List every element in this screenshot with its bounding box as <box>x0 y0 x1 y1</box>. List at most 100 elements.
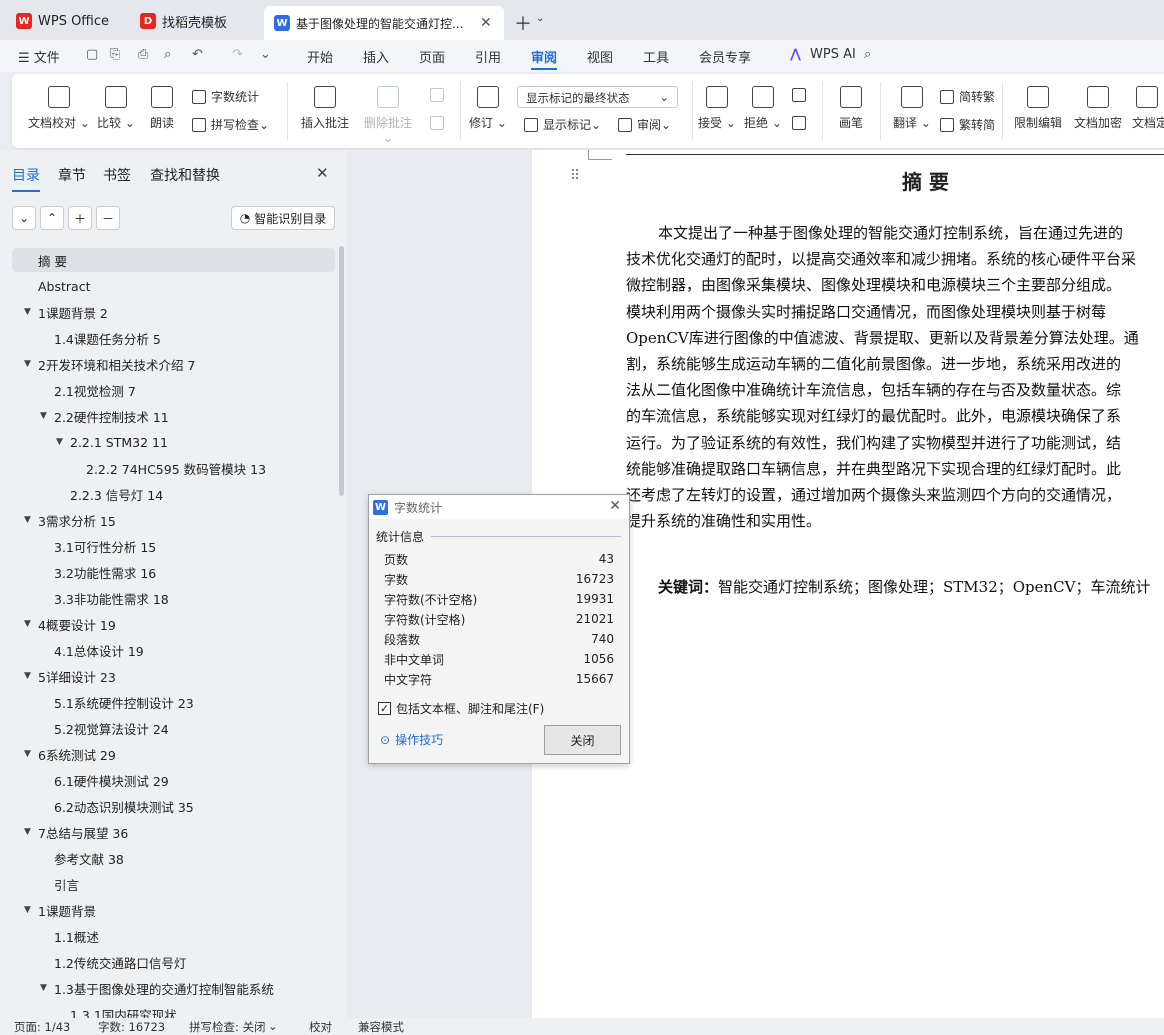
close-icon[interactable]: ✕ <box>609 498 621 514</box>
toc-item[interactable]: ▼ 1.3基于图像处理的交通灯控制智能系统 <box>12 976 335 1000</box>
menu-member[interactable]: 会员专享 <box>699 47 751 66</box>
toc-item[interactable]: 2.2.3 信号灯 14 <box>12 482 335 506</box>
tab-docer[interactable]: D 找稻壳模板 <box>130 6 258 36</box>
toc-item[interactable]: ▼ 6系统测试 29 <box>12 742 335 766</box>
toc-item[interactable]: 5.2视觉算法设计 24 <box>12 716 335 740</box>
triangle-down-icon[interactable]: ▼ <box>40 983 54 993</box>
toc-item[interactable]: ▼ 2.2硬件控制技术 11 <box>12 404 335 428</box>
triangle-down-icon[interactable]: ▼ <box>24 749 38 759</box>
undo-icon[interactable]: ↶ <box>192 47 203 62</box>
doc-finalize-button[interactable]: 文档定 <box>1132 86 1164 131</box>
print-icon[interactable]: ⎙ <box>138 47 148 62</box>
close-tab-icon[interactable]: ✕ <box>480 15 492 31</box>
toc-item[interactable]: Abstract <box>12 274 335 298</box>
remove-heading-button[interactable]: － <box>96 206 120 230</box>
trad-to-simp-button[interactable]: 繁转简 <box>940 116 995 133</box>
read-aloud-button[interactable]: 朗读 <box>146 86 178 131</box>
new-tab-icon[interactable]: ＋ <box>514 10 532 36</box>
toc-item[interactable]: ▼ 7总结与展望 36 <box>12 820 335 844</box>
toc-item[interactable]: ▼ 1课题背景 <box>12 898 335 922</box>
close-icon[interactable]: ✕ <box>316 164 329 182</box>
toc-item[interactable]: ▼ 4概要设计 19 <box>12 612 335 636</box>
toc-item[interactable]: ▼ 2.2.1 STM32 11 <box>12 430 335 454</box>
toc-item[interactable]: 3.1可行性分析 15 <box>12 534 335 558</box>
triangle-down-icon[interactable]: ▼ <box>24 307 38 317</box>
triangle-down-icon[interactable]: ▼ <box>24 827 38 837</box>
toc-item[interactable]: 2.1视觉检测 7 <box>12 378 335 402</box>
tab-chapters[interactable]: 章节 <box>58 165 86 185</box>
tab-find-replace[interactable]: 查找和替换 <box>150 165 220 185</box>
triangle-down-icon[interactable]: ▼ <box>56 437 70 447</box>
encrypt-button[interactable]: 文档加密 <box>1072 86 1124 131</box>
accept-button[interactable]: 接受 ⌄ <box>698 86 736 131</box>
more-chevron-icon[interactable]: ⌄ <box>260 47 271 62</box>
menu-file[interactable]: ☰ 文件 <box>18 47 60 66</box>
redo-icon[interactable]: ↷ <box>232 47 243 62</box>
prev-change-icon[interactable] <box>792 88 811 102</box>
toc-item[interactable]: 3.2功能性需求 16 <box>12 560 335 584</box>
tab-toc[interactable]: 目录 <box>12 165 40 192</box>
triangle-down-icon[interactable]: ▼ <box>24 515 38 525</box>
toc-item[interactable]: 1.2传统交通路口信号灯 <box>12 950 335 974</box>
toc-item[interactable]: 摘 要 <box>12 248 335 272</box>
menu-view[interactable]: 视图 <box>587 47 613 66</box>
export-icon[interactable]: ⎘ <box>110 47 120 62</box>
chevron-down-icon[interactable]: ⌄ <box>268 1019 278 1033</box>
triangle-down-icon[interactable]: ▼ <box>24 619 38 629</box>
show-markup-button[interactable]: 显示标记 ⌄ <box>524 116 601 133</box>
include-textbox-checkbox[interactable]: ✓ 包括文本框、脚注和尾注(F) <box>378 700 544 717</box>
status-spell[interactable]: 拼写检查: 关闭 <box>189 1019 266 1035</box>
status-words[interactable]: 字数: 16723 <box>98 1019 165 1035</box>
delete-comment-button[interactable]: 删除批注 ⌄ <box>360 86 416 145</box>
pen-button[interactable]: 画笔 <box>836 86 866 131</box>
markup-state-select[interactable]: 显示标记的最终状态 ⌄ <box>517 86 678 108</box>
restrict-edit-button[interactable]: 限制编辑 <box>1012 86 1064 131</box>
add-heading-button[interactable]: ＋ <box>68 206 92 230</box>
drag-handle-icon[interactable]: ⠿ <box>570 168 580 184</box>
compare-button[interactable]: 比较 ⌄ <box>96 86 136 131</box>
print-preview-icon[interactable]: ⌕ <box>164 47 171 62</box>
save-icon[interactable]: ▢ <box>86 47 98 62</box>
simp-to-trad-button[interactable]: 简转繁 <box>940 88 995 105</box>
spell-check-button[interactable]: 拼写检查 ⌄ <box>192 116 269 133</box>
toc-item[interactable]: 6.1硬件模块测试 29 <box>12 768 335 792</box>
insert-comment-button[interactable]: 插入批注 <box>298 86 352 131</box>
toc-item[interactable]: 6.2动态识别模块测试 35 <box>12 794 335 818</box>
next-comment-icon[interactable] <box>430 116 449 130</box>
triangle-down-icon[interactable]: ▼ <box>24 359 38 369</box>
review-pane-button[interactable]: 审阅 ⌄ <box>618 116 671 133</box>
toc-item[interactable]: 引言 <box>12 872 335 896</box>
menu-start[interactable]: 开始 <box>307 47 333 66</box>
toc-item[interactable]: 1.1概述 <box>12 924 335 948</box>
tab-document[interactable]: W 基于图像处理的智能交通灯控... ✕ <box>264 6 504 40</box>
toc-item[interactable]: 1.4课题任务分析 5 <box>12 326 335 350</box>
collapse-all-button[interactable]: ⌄ <box>12 206 36 230</box>
reject-button[interactable]: 拒绝 ⌄ <box>744 86 782 131</box>
dialog-titlebar[interactable]: W 字数统计 ✕ <box>369 495 629 519</box>
smart-toc-button[interactable]: ◔ 智能识别目录 <box>231 206 335 230</box>
triangle-down-icon[interactable]: ▼ <box>40 411 54 421</box>
toc-item[interactable]: ▼ 3需求分析 15 <box>12 508 335 532</box>
expand-up-button[interactable]: ⌃ <box>40 206 64 230</box>
word-count-button[interactable]: 字数统计 <box>192 88 259 105</box>
triangle-down-icon[interactable]: ▼ <box>24 671 38 681</box>
status-proof[interactable]: 校对 <box>309 1019 332 1035</box>
prev-comment-icon[interactable] <box>430 88 449 102</box>
menu-tools[interactable]: 工具 <box>643 47 669 66</box>
toc-item[interactable]: ▼ 2开发环境和相关技术介绍 7 <box>12 352 335 376</box>
tips-link[interactable]: ⊙ 操作技巧 <box>380 731 443 748</box>
next-change-icon[interactable] <box>792 116 811 130</box>
chevron-down-icon[interactable]: ⌄ <box>536 13 544 24</box>
close-button[interactable]: 关闭 <box>544 725 621 755</box>
triangle-down-icon[interactable]: ▼ <box>24 905 38 915</box>
tab-wps-office[interactable]: W WPS Office <box>6 6 124 36</box>
toc-item[interactable]: 参考文献 38 <box>12 846 335 870</box>
doc-check-button[interactable]: 文档校对 ⌄ <box>28 86 90 131</box>
translate-button[interactable]: 翻译 ⌄ <box>892 86 932 131</box>
toc-item[interactable]: 2.2.2 74HC595 数码管模块 13 <box>12 456 335 480</box>
toc-item[interactable]: ▼ 5详细设计 23 <box>12 664 335 688</box>
tab-bookmarks[interactable]: 书签 <box>103 165 131 185</box>
menu-reference[interactable]: 引用 <box>475 47 501 66</box>
status-page[interactable]: 页面: 1/43 <box>14 1019 70 1035</box>
toc-item[interactable]: 4.1总体设计 19 <box>12 638 335 662</box>
